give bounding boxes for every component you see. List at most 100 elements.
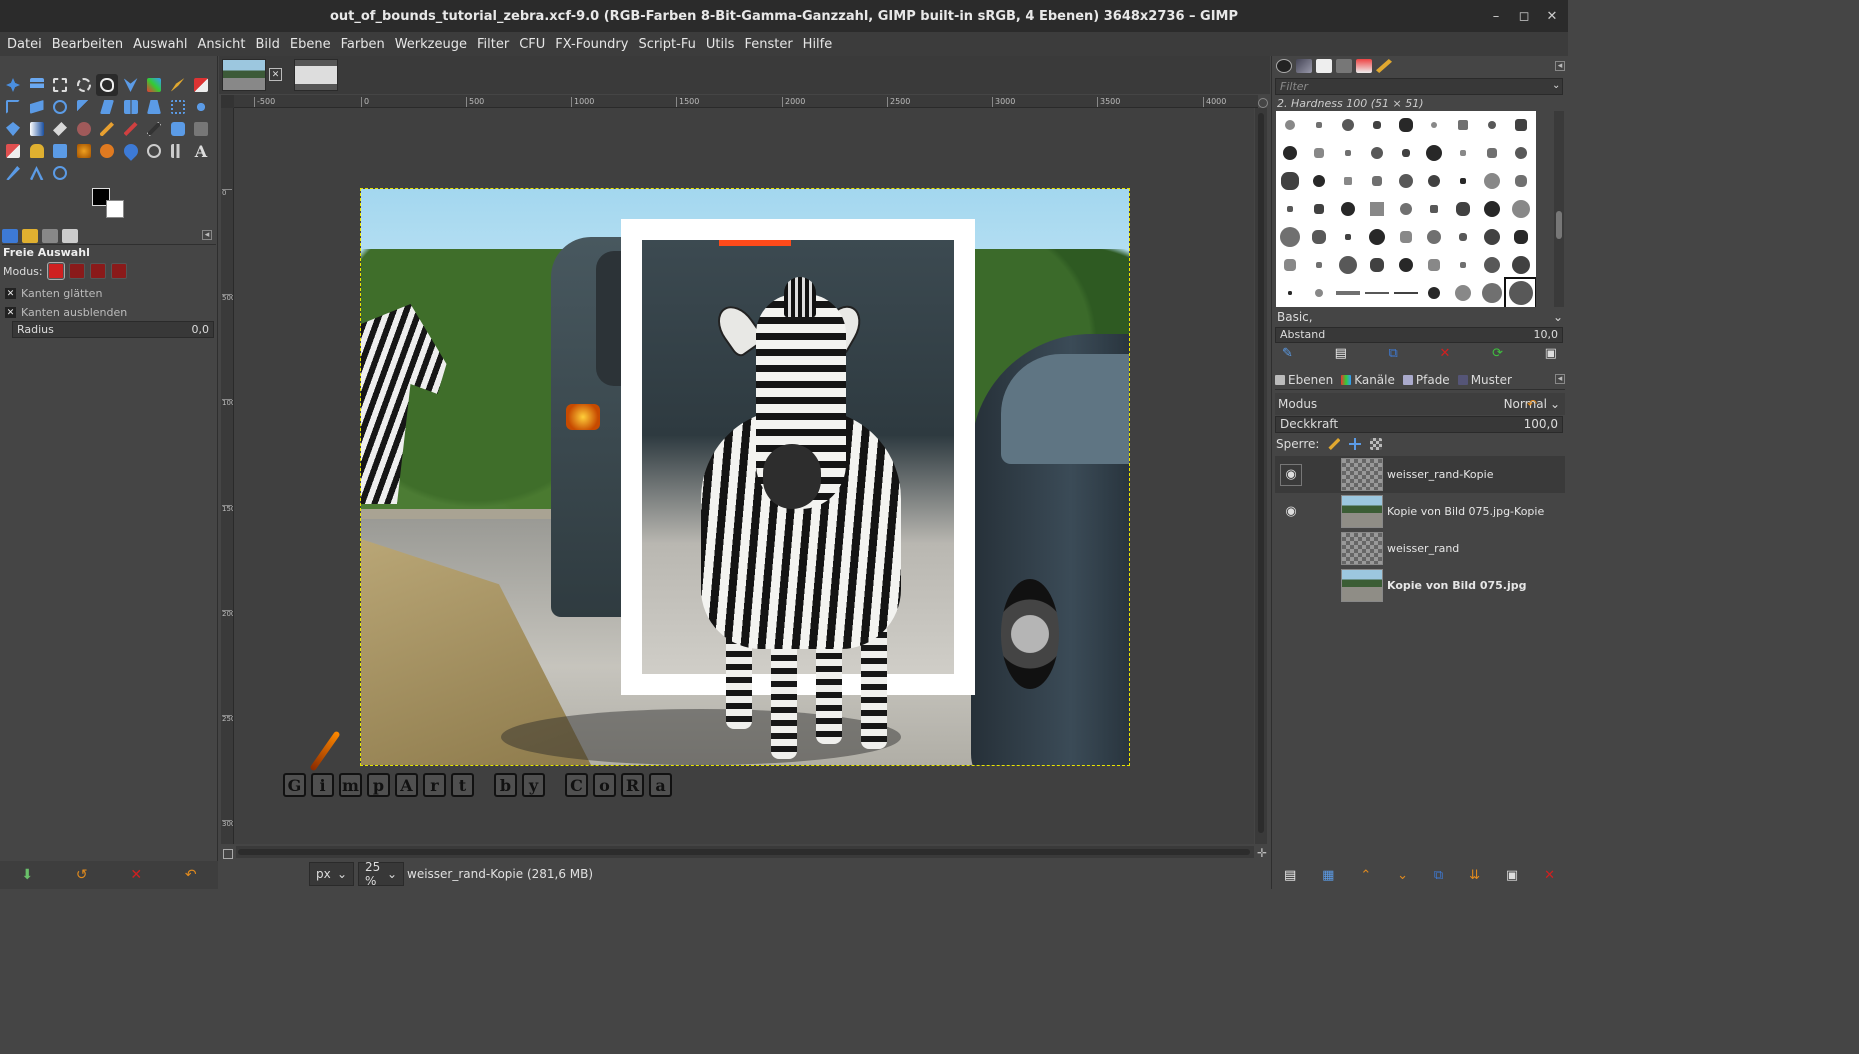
warp-transform-icon[interactable] <box>190 96 212 118</box>
brush-thumbnail[interactable] <box>1506 223 1535 251</box>
brush-thumbnail[interactable] <box>1420 139 1449 167</box>
duplicate-layer-icon[interactable]: ⧉ <box>1434 868 1443 883</box>
clone-tool-icon[interactable] <box>167 118 189 140</box>
tab-ebenen[interactable]: Ebenen <box>1275 373 1333 387</box>
visibility-eye-icon[interactable] <box>1280 538 1302 560</box>
zoom-tool-icon[interactable] <box>49 162 71 184</box>
lower-layer-icon[interactable]: ⌄ <box>1397 868 1408 883</box>
zoom-follow-icon[interactable] <box>1258 98 1268 108</box>
brush-thumbnail[interactable] <box>1420 279 1449 307</box>
horizontal-scroll-thumb[interactable] <box>238 849 1250 855</box>
brush-thumbnail[interactable] <box>1334 139 1363 167</box>
radius-value[interactable]: 0,0 <box>192 323 210 336</box>
color-picker-icon[interactable] <box>143 140 165 162</box>
foreground-select-icon[interactable] <box>190 74 212 96</box>
brush-thumbnail[interactable] <box>1334 111 1363 139</box>
delete-brush-icon[interactable]: ✕ <box>1440 346 1451 361</box>
brush-thumbnail[interactable] <box>1420 111 1449 139</box>
flip-tool-icon[interactable] <box>120 96 142 118</box>
menu-hilfe[interactable]: Hilfe <box>798 37 838 52</box>
brush-thumbnail[interactable] <box>1506 251 1535 279</box>
scale-tool-icon[interactable] <box>73 96 95 118</box>
brush-thumbnail[interactable] <box>1362 279 1391 307</box>
layer-mask-icon[interactable]: ▣ <box>1506 868 1518 883</box>
unit-select[interactable]: px ⌄ <box>309 862 354 886</box>
quick-mask-toggle-icon[interactable] <box>223 849 233 859</box>
brushes-tab-icon[interactable] <box>1276 59 1292 73</box>
restore-options-icon[interactable]: ↺ <box>76 867 88 883</box>
background-color[interactable] <box>106 200 124 218</box>
scissors-icon[interactable] <box>167 74 189 96</box>
open-brush-as-image-icon[interactable]: ▣ <box>1545 346 1557 361</box>
visibility-eye-icon[interactable] <box>1280 575 1302 597</box>
raise-layer-icon[interactable]: ⌃ <box>1360 868 1371 883</box>
panel-menu-icon[interactable]: ◂ <box>1555 61 1565 71</box>
smudge-tool-icon[interactable] <box>26 140 48 162</box>
select-by-color-icon[interactable] <box>143 74 165 96</box>
brush-thumbnail[interactable] <box>1478 111 1507 139</box>
brush-preset-row[interactable]: Basic, ⌄ <box>1277 310 1563 324</box>
panel-menu-icon[interactable]: ◂ <box>1555 374 1565 384</box>
chevron-down-icon[interactable]: ⌄ <box>1553 310 1563 324</box>
panel-menu-icon[interactable]: ◂ <box>202 230 212 240</box>
ellipse-select-icon[interactable] <box>73 74 95 96</box>
lock-alpha-icon[interactable] <box>1370 438 1383 450</box>
brush-thumbnail[interactable] <box>1478 279 1507 307</box>
paths-tool-icon[interactable] <box>2 162 24 184</box>
brush-thumbnail[interactable] <box>1362 111 1391 139</box>
brush-scroll-thumb[interactable] <box>1556 211 1562 239</box>
feather-checkbox[interactable]: ✕ <box>5 307 16 318</box>
menu-filter[interactable]: Filter <box>472 37 514 52</box>
canvas-vertical-scrollbar[interactable] <box>1255 108 1267 844</box>
brush-thumbnail[interactable] <box>1506 139 1535 167</box>
ink-tool-icon[interactable] <box>143 118 165 140</box>
brush-thumbnail[interactable] <box>1362 195 1391 223</box>
brush-scrollbar[interactable] <box>1554 111 1564 307</box>
layer-row[interactable]: ◉ weisser_rand-Kopie <box>1275 456 1565 493</box>
edit-brush-icon[interactable]: ✎ <box>1282 346 1293 361</box>
layer-row[interactable]: ◉ Kopie von Bild 075.jpg-Kopie <box>1275 493 1565 530</box>
blur-sharpen-icon[interactable] <box>73 140 95 162</box>
menu-bearbeiten[interactable]: Bearbeiten <box>47 37 128 52</box>
brush-thumbnail[interactable] <box>1305 279 1334 307</box>
brush-grid[interactable] <box>1276 111 1536 307</box>
layer-row[interactable]: Kopie von Bild 075.jpg <box>1275 567 1565 604</box>
menu-auswahl[interactable]: Auswahl <box>128 37 192 52</box>
image-tab-zebra[interactable] <box>222 59 266 91</box>
fuzzy-select-icon[interactable] <box>120 74 142 96</box>
tab-muster[interactable]: Muster <box>1457 373 1512 387</box>
brush-thumbnail[interactable] <box>1506 111 1535 139</box>
radius-spinner[interactable]: Radius 0,0 <box>12 321 214 338</box>
mypaint-brush-icon[interactable] <box>73 118 95 140</box>
brush-thumbnail[interactable] <box>1478 139 1507 167</box>
brush-thumbnail[interactable] <box>1276 223 1305 251</box>
new-layer-group-icon[interactable]: ▦ <box>1322 868 1334 883</box>
brush-thumbnail[interactable] <box>1391 279 1420 307</box>
brush-thumbnail[interactable] <box>1334 167 1363 195</box>
perspective-tool-icon[interactable] <box>143 96 165 118</box>
brush-thumbnail[interactable] <box>1305 167 1334 195</box>
feather-option[interactable]: ✕ Kanten ausblenden <box>5 306 127 319</box>
brush-thumbnail[interactable] <box>1276 251 1305 279</box>
mode-subtract-button[interactable] <box>89 263 106 279</box>
perspective-clone-icon[interactable] <box>96 140 118 162</box>
dodge-burn-icon[interactable] <box>49 140 71 162</box>
text-tool-icon[interactable]: A <box>190 140 212 162</box>
brush-thumbnail[interactable] <box>1391 195 1420 223</box>
opacity-value[interactable]: 100,0 <box>1524 417 1558 432</box>
brush-thumbnail[interactable] <box>1391 223 1420 251</box>
menu-script-fu[interactable]: Script-Fu <box>633 37 700 52</box>
move-tool-icon[interactable] <box>2 74 24 96</box>
brush-thumbnail[interactable] <box>1362 223 1391 251</box>
new-layer-icon[interactable]: ▤ <box>1284 868 1296 883</box>
close-window-button[interactable]: ✕ <box>1538 0 1566 32</box>
spacing-spinner[interactable]: Abstand 10,0 <box>1275 327 1563 343</box>
mode-add-button[interactable] <box>68 263 85 279</box>
brush-thumbnail[interactable] <box>1478 251 1507 279</box>
mode-intersect-button[interactable] <box>110 263 127 279</box>
unified-transform-icon[interactable] <box>26 96 48 118</box>
brush-thumbnail[interactable] <box>1334 279 1363 307</box>
crop-tool-icon[interactable] <box>2 96 24 118</box>
heal-tool-icon[interactable] <box>190 118 212 140</box>
lock-pixels-icon[interactable] <box>1328 438 1341 450</box>
